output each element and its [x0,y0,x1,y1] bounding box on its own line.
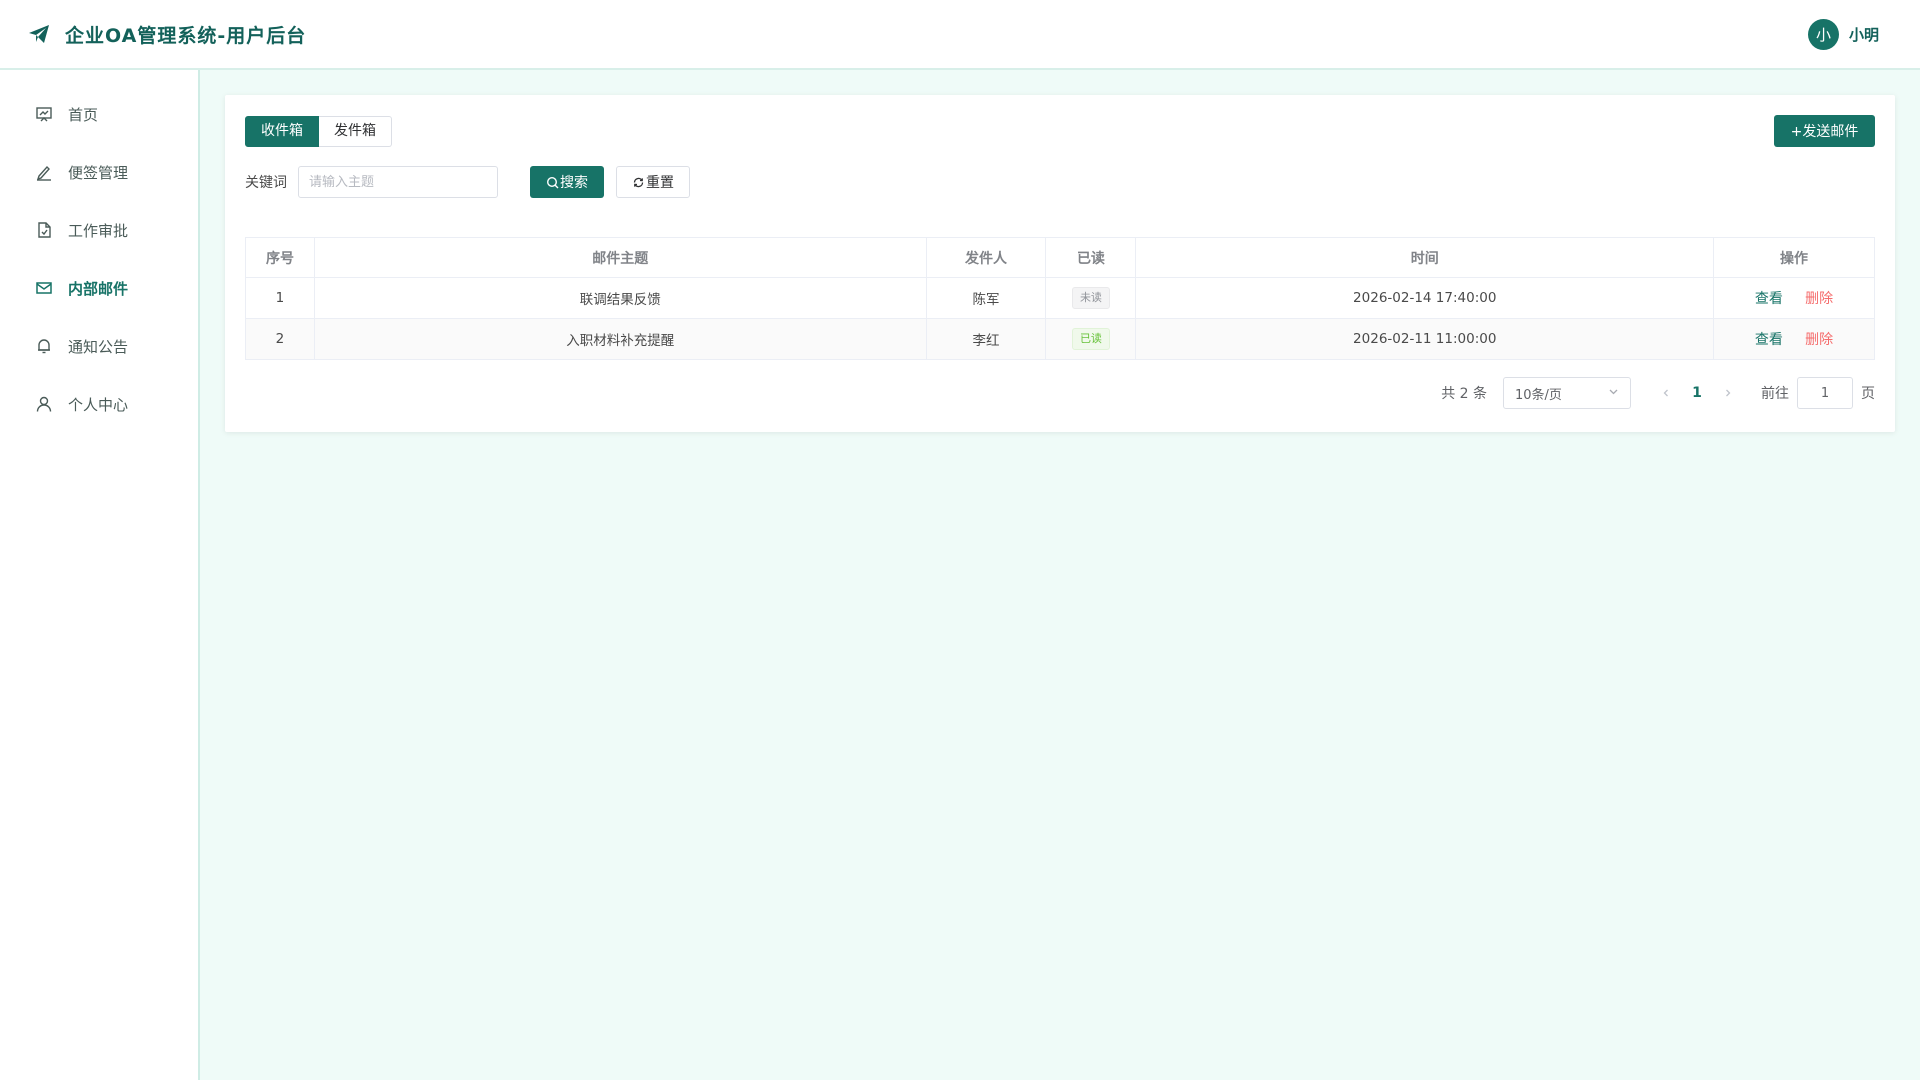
sidebar: 首页 便签管理 工作审批 内部邮件 通知公告 个人中心 [0,70,200,1080]
row-actions: 查看 删除 [1713,318,1875,360]
goto-page-input[interactable] [1797,377,1853,409]
table-header-row: 序号 邮件主题 发件人 已读 时间 操作 [245,237,1875,278]
search-icon [546,176,559,189]
row-time: 2026-02-11 11:00:00 [1135,318,1715,360]
sidebar-item-approval[interactable]: 工作审批 [0,201,198,259]
status-badge: 已读 [1071,328,1110,350]
column-header: 序号 [245,237,315,278]
app-title: 企业OA管理系统-用户后台 [65,24,307,47]
pagination: 共 2 条 10条/页 1 前往 页 [1441,377,1875,409]
mailbox-tabs: 收件箱 发件箱 [245,116,392,147]
search-form: 关键词 搜索 重置 [245,166,690,198]
view-link[interactable]: 查看 [1755,332,1783,348]
tab-inbox[interactable]: 收件箱 [245,116,319,147]
refresh-icon [632,176,645,189]
sidebar-item-home[interactable]: 首页 [0,85,198,143]
row-subject: 联调结果反馈 [313,277,927,319]
document-check-icon [35,221,53,239]
paper-plane-icon [27,22,51,46]
brand: 企业OA管理系统-用户后台 [27,21,306,48]
user-name[interactable]: 小明 [1849,24,1879,45]
keyword-input[interactable] [298,166,498,198]
top-header: 企业OA管理系统-用户后台 小 小明 [0,0,1920,70]
chevron-down-icon [1608,386,1619,401]
mail-panel: 收件箱 发件箱 +发送邮件 关键词 搜索 重置 [225,95,1895,432]
sidebar-item-label: 工作审批 [68,221,129,240]
status-badge: 未读 [1071,287,1110,309]
mail-icon [35,279,53,297]
sidebar-item-label: 通知公告 [68,337,129,356]
total-count: 共 2 条 [1441,386,1487,402]
delete-link[interactable]: 删除 [1805,332,1833,348]
send-mail-button[interactable]: +发送邮件 [1774,115,1875,147]
row-read-cell: 已读 [1045,318,1137,360]
view-link[interactable]: 查看 [1755,291,1783,307]
sidebar-item-label: 便签管理 [68,163,129,182]
row-sender: 李红 [925,318,1047,360]
next-page-button[interactable] [1713,388,1743,398]
avatar[interactable]: 小 [1807,18,1839,50]
column-header: 邮件主题 [313,237,927,278]
row-subject: 入职材料补充提醒 [313,318,927,360]
column-header: 已读 [1045,237,1137,278]
page-size-select[interactable]: 10条/页 [1503,377,1631,409]
tab-outbox[interactable]: 发件箱 [319,116,392,147]
column-header: 操作 [1713,237,1875,278]
page-size-value: 10条/页 [1515,387,1562,403]
reset-button[interactable]: 重置 [616,166,690,198]
sidebar-item-notice[interactable]: 通知公告 [0,317,198,375]
sidebar-item-mail[interactable]: 内部邮件 [0,259,198,317]
row-time: 2026-02-14 17:40:00 [1135,277,1715,319]
search-button[interactable]: 搜索 [530,166,604,198]
goto-label: 前往 [1761,386,1789,402]
sidebar-item-label: 首页 [68,105,99,124]
delete-link[interactable]: 删除 [1805,291,1833,307]
row-index: 1 [245,277,315,319]
table-row[interactable]: 2 入职材料补充提醒 李红 已读 2026-02-11 11:00:00 查看 … [245,318,1875,360]
search-button-label: 搜索 [560,175,588,191]
sidebar-item-label: 内部邮件 [68,279,129,298]
mail-table: 序号 邮件主题 发件人 已读 时间 操作 1 联调结果反馈 陈军 未读 2026… [245,237,1875,360]
row-index: 2 [245,318,315,360]
edit-pen-icon [35,163,53,181]
bell-icon [35,337,53,355]
row-read-cell: 未读 [1045,277,1137,319]
reset-button-label: 重置 [646,175,674,191]
row-sender: 陈军 [925,277,1047,319]
sidebar-item-label: 个人中心 [68,395,129,414]
sidebar-item-profile[interactable]: 个人中心 [0,375,198,433]
column-header: 时间 [1135,237,1715,278]
user-menu[interactable]: 小 小明 [1807,18,1879,50]
column-header: 发件人 [925,237,1047,278]
user-icon [35,395,53,413]
prev-page-button[interactable] [1651,388,1681,398]
table-row[interactable]: 1 联调结果反馈 陈军 未读 2026-02-14 17:40:00 查看 删除 [245,277,1875,319]
sidebar-item-notes[interactable]: 便签管理 [0,143,198,201]
keyword-label: 关键词 [245,175,287,191]
goto-suffix: 页 [1861,386,1875,402]
row-actions: 查看 删除 [1713,277,1875,319]
page-number[interactable]: 1 [1681,385,1713,401]
dashboard-icon [35,105,53,123]
